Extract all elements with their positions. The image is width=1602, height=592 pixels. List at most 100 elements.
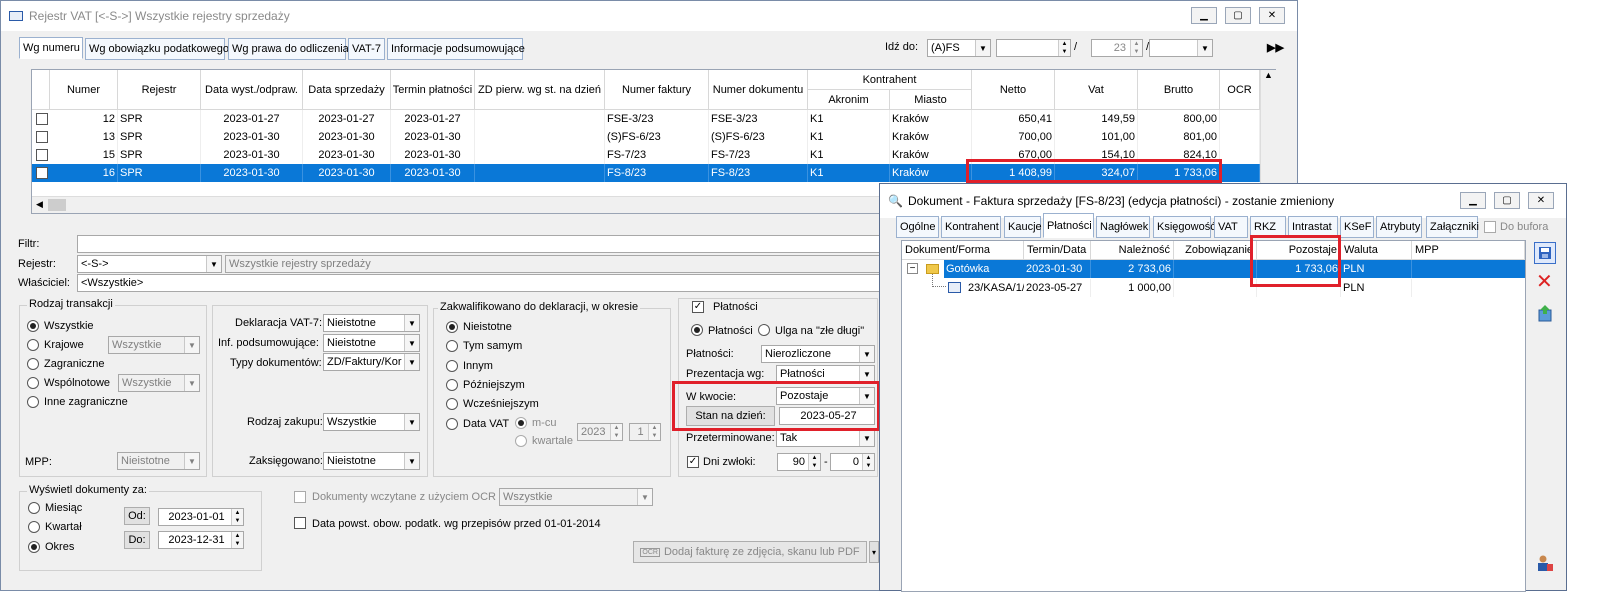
doc-tab-11[interactable]: Załączniki [1426,216,1479,238]
table-row[interactable]: 12 SPR 2023-01-27 2023-01-27 2023-01-27 FSE-3… [32,110,1260,128]
zakwalif-radio-4[interactable] [446,398,458,410]
doc-column-header-6[interactable]: MPP [1412,241,1525,260]
row-checkbox[interactable] [36,113,48,125]
doc-tab-1[interactable]: Kontrahent [941,216,1001,238]
scroll-thumb[interactable] [48,199,66,211]
user-icon[interactable] [1536,554,1554,572]
zakwalif-radio-5[interactable] [446,418,458,430]
row-checkbox[interactable] [36,167,48,179]
column-header-netto[interactable]: Netto [972,70,1055,110]
tab-informacje[interactable]: Informacje podsumowujące [387,38,525,60]
dodaj-dropdown-button[interactable]: ▾ [869,541,879,563]
zakwalif-radio-0[interactable] [446,321,458,333]
column-header-brutto[interactable]: Brutto [1138,70,1220,110]
zaksieg-select[interactable]: Nieistotne ▼ [323,452,420,470]
export-icon[interactable] [1536,304,1554,322]
save-icon[interactable] [1534,242,1556,264]
do-date-input[interactable]: 2023-12-31 ▲ ▼ [158,531,244,549]
doc-tab-6[interactable]: VAT [1214,216,1248,238]
table-row[interactable]: 13 SPR 2023-01-30 2023-01-30 2023-01-30 (S)FS… [32,128,1260,146]
doc-maximize-button[interactable]: ▢ [1494,192,1520,209]
doc-tab-5[interactable]: Księgowość [1153,216,1216,238]
platnosci-select[interactable]: Nierozliczone ▼ [761,345,875,363]
dni-checkbox[interactable]: ✓ [687,456,699,468]
platnosci-radio[interactable] [691,324,703,336]
doc-column-header-1[interactable]: Termin/Data [1024,241,1091,260]
column-header-dokument[interactable]: Numer dokumentu [709,70,808,110]
close-button[interactable]: ✕ [1259,7,1285,24]
tab-wg-prawa[interactable]: Wg prawa do odliczenia [228,38,349,60]
doc-minimize-button[interactable]: ▁ [1460,192,1486,209]
rodzaj-radio-4[interactable] [27,396,39,408]
doc-column-header-0[interactable]: Dokument/Forma [902,241,1024,260]
scroll-up-icon[interactable]: ▲ [1261,70,1276,80]
rodzaj-radio-0[interactable] [27,320,39,332]
column-header-akronim[interactable]: Akronim [808,90,890,110]
column-header-rejestr[interactable]: Rejestr [118,70,201,110]
fast-forward-icon[interactable]: ▶▶ [1267,41,1284,54]
doc-tab-3[interactable]: Płatności [1043,213,1094,238]
od-date-input[interactable]: 2023-01-01 ▲ ▼ [158,508,244,526]
minimize-button[interactable]: ▁ [1191,7,1217,24]
row-checkbox[interactable] [36,131,48,143]
goto-num-input[interactable]: 23 ▲ ▼ [1091,39,1143,57]
rodzaj-radio-1[interactable] [27,339,39,351]
column-header-termin[interactable]: Termin płatności [391,70,475,110]
rejestr-select[interactable]: <-S-> ▼ [77,255,222,273]
do-button[interactable]: Do: [124,531,150,549]
doc-tab-0[interactable]: Ogólne [896,216,939,238]
data-powst-checkbox[interactable] [294,517,306,529]
zakwalif-radio-3[interactable] [446,379,458,391]
doc-column-header-5[interactable]: Waluta [1341,241,1412,260]
ulga-radio[interactable] [758,324,770,336]
doc-tab-9[interactable]: KSeF [1340,216,1374,238]
goto-year-select[interactable]: ▼ [1149,39,1213,57]
doc-tab-10[interactable]: Atrybuty [1376,216,1422,238]
row-checkbox[interactable] [36,149,48,161]
column-header-miasto[interactable]: Miasto [890,90,972,110]
przeterm-select[interactable]: Tak ▼ [776,429,875,447]
doc-column-header-2[interactable]: Należność [1091,241,1174,260]
typy-select[interactable]: ZD/Faktury/Kor ▼ [323,353,420,371]
platnosci-checkbox[interactable]: ✓ [692,301,704,313]
doc-table-row[interactable]: − Gotówka 2023-01-30 2 733,06 1 733,06 PLN [902,260,1525,278]
filter-input[interactable] [77,235,887,253]
tree-collapse-icon[interactable]: − [907,263,918,274]
delete-icon[interactable]: ✕ [1536,272,1553,292]
column-header-vat[interactable]: Vat [1055,70,1138,110]
tab-vat7[interactable]: VAT-7 [348,38,385,60]
zakwalif-radio-1[interactable] [446,340,458,352]
rodzaj-radio-2[interactable] [27,358,39,370]
okres-radio-0[interactable] [28,502,40,514]
scroll-left-icon[interactable]: ◀ [36,199,43,210]
dni-from-spinner[interactable]: 90 ▲ ▼ [777,453,821,471]
doc-tab-2[interactable]: Kaucje [1004,216,1042,238]
dni-to-spinner[interactable]: 0 ▲ ▼ [830,453,875,471]
goto-select[interactable]: (A)FS ▼ [927,39,991,57]
doc-close-button[interactable]: ✕ [1528,192,1554,209]
doc-table-row[interactable]: 23/KASA/1/2023-05-27 1 000,00 PLN [902,274,1525,297]
tab-wg-obowiazku[interactable]: Wg obowiązku podatkowego [85,38,229,60]
tab-wg-numeru[interactable]: Wg numeru [19,37,83,59]
column-header-data_sprz[interactable]: Data sprzedaży [303,70,391,110]
maximize-button[interactable]: ▢ [1225,7,1251,24]
od-button[interactable]: Od: [124,507,150,525]
vat7-select[interactable]: Nieistotne ▼ [323,314,420,332]
zakup-select[interactable]: Wszystkie ▼ [323,413,420,431]
column-header-faktura[interactable]: Numer faktury [605,70,709,110]
column-header-data_wyst[interactable]: Data wyst./odpraw. [201,70,303,110]
scrollbar-vertical[interactable]: ▲ [1260,70,1276,196]
wlasciciel-input[interactable]: <Wszystkie> [77,274,887,292]
doc-tab-4[interactable]: Nagłówek [1096,216,1150,238]
inf-select[interactable]: Nieistotne ▼ [323,334,420,352]
column-header-numer[interactable]: Numer [50,70,118,110]
column-header-zd[interactable]: ZD pierw. wg st. na dzień [475,70,605,110]
okres-radio-2[interactable] [28,541,40,553]
doc-column-header-3[interactable]: Zobowiązanie [1174,241,1257,260]
okres-radio-1[interactable] [28,521,40,533]
dodaj-fakture-button[interactable]: OCR Dodaj fakturę ze zdjęcia, skanu lub … [633,541,867,563]
column-header-ocr[interactable]: OCR [1220,70,1260,110]
goto-number-input[interactable]: ▲ ▼ [996,39,1071,57]
zakwalif-radio-2[interactable] [446,360,458,372]
rodzaj-radio-3[interactable] [27,377,39,389]
